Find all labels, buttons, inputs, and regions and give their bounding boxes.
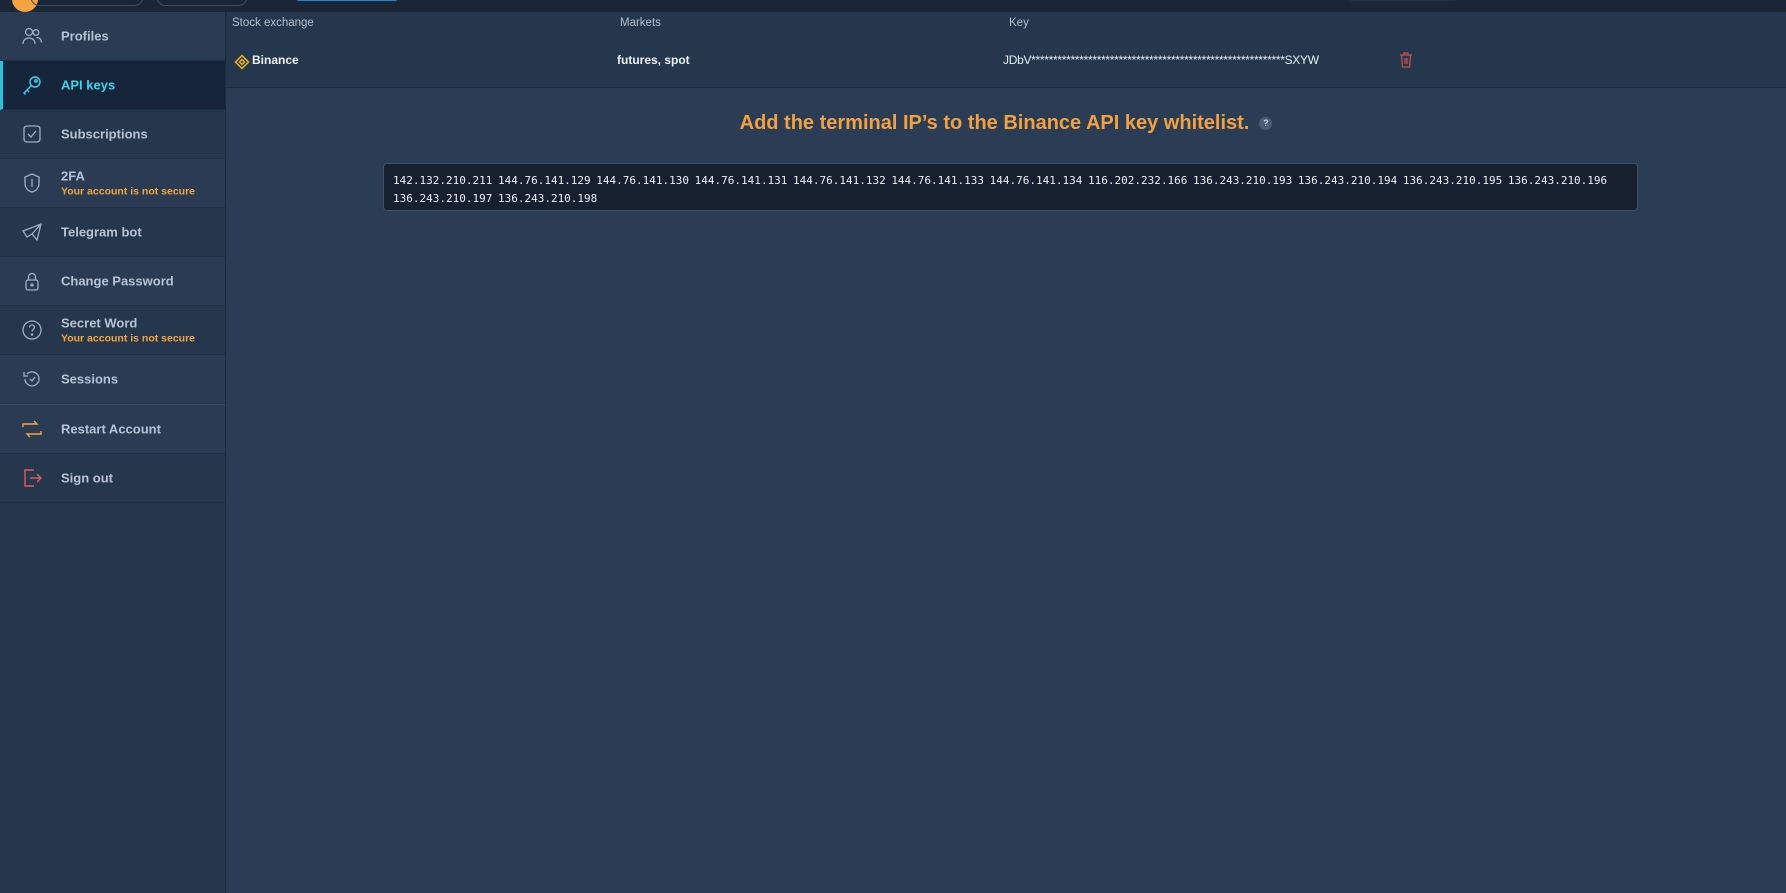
top-nav-pill[interactable] xyxy=(30,0,144,6)
key-icon xyxy=(20,73,44,97)
sidebar-item-api-keys[interactable]: API keys xyxy=(0,61,225,110)
whitelist-notice: Add the terminal IP’s to the Binance API… xyxy=(226,112,1786,135)
checkbox-icon xyxy=(20,122,44,146)
question-circle-icon xyxy=(20,318,44,342)
top-nav-button[interactable] xyxy=(1348,0,1458,1)
sidebar-item-profiles[interactable]: Profiles xyxy=(0,12,225,61)
whitelist-notice-text: Add the terminal IP’s to the Binance API… xyxy=(739,112,1250,134)
column-header-exchange: Stock exchange xyxy=(232,17,314,29)
sidebar-item-sign-out[interactable]: Sign out xyxy=(0,454,225,503)
api-keys-panel: Stock exchange Markets Key Binance futur… xyxy=(226,12,1786,893)
sidebar-item-change-password[interactable]: Change Password xyxy=(0,257,225,306)
sidebar-item-subscriptions[interactable]: Subscriptions xyxy=(0,110,225,159)
column-header-key: Key xyxy=(1009,17,1029,29)
exchange-name: Binance xyxy=(252,53,299,67)
sidebar-item-restart-account[interactable]: Restart Account xyxy=(0,405,225,454)
top-nav-pill[interactable] xyxy=(156,0,248,6)
sidebar-item-label: Telegram bot xyxy=(61,224,142,240)
sidebar-item-label: 2FA xyxy=(61,168,85,184)
restart-arrows-icon xyxy=(20,417,44,441)
history-icon xyxy=(20,367,44,391)
sidebar-item-label: Sessions xyxy=(61,371,119,387)
ip-whitelist-box[interactable]: 142.132.210.211 144.76.141.129 144.76.14… xyxy=(383,163,1638,211)
users-icon xyxy=(20,24,44,48)
sidebar-item-label: Restart Account xyxy=(61,421,161,437)
shield-icon xyxy=(20,171,44,195)
binance-icon xyxy=(234,54,250,70)
api-key-masked: JDbV************************************… xyxy=(1003,53,1319,67)
sidebar-item-label: Subscriptions xyxy=(61,126,148,142)
paper-plane-icon xyxy=(20,220,44,244)
sign-out-icon xyxy=(20,466,44,490)
top-nav-button[interactable] xyxy=(295,0,399,1)
settings-sidebar: Profiles API keys Subscriptions 2FA Your… xyxy=(0,12,226,893)
sidebar-item-label: Change Password xyxy=(61,273,174,289)
sidebar-item-label: API keys xyxy=(61,77,116,93)
sidebar-item-label: Profiles xyxy=(61,28,109,44)
sidebar-item-telegram-bot[interactable]: Telegram bot xyxy=(0,208,225,257)
column-header-markets: Markets xyxy=(620,17,661,29)
trash-icon[interactable] xyxy=(1398,51,1416,71)
sidebar-item-sessions[interactable]: Sessions xyxy=(0,355,225,404)
sidebar-item-secret-word[interactable]: Secret Word Your account is not secure xyxy=(0,306,225,355)
lock-icon xyxy=(20,269,44,293)
markets-value: futures, spot xyxy=(617,53,690,67)
security-warning: Your account is not secure xyxy=(61,185,196,198)
sidebar-item-label: Secret Word xyxy=(61,315,138,331)
security-warning: Your account is not secure xyxy=(61,332,196,345)
help-icon[interactable]: ? xyxy=(1259,117,1273,131)
sidebar-item-2fa[interactable]: 2FA Your account is not secure xyxy=(0,159,225,208)
table-header: Stock exchange Markets Key xyxy=(226,12,1786,37)
sidebar-item-label: Sign out xyxy=(61,470,113,486)
table-row: Binance futures, spot JDbV**************… xyxy=(226,36,1786,88)
